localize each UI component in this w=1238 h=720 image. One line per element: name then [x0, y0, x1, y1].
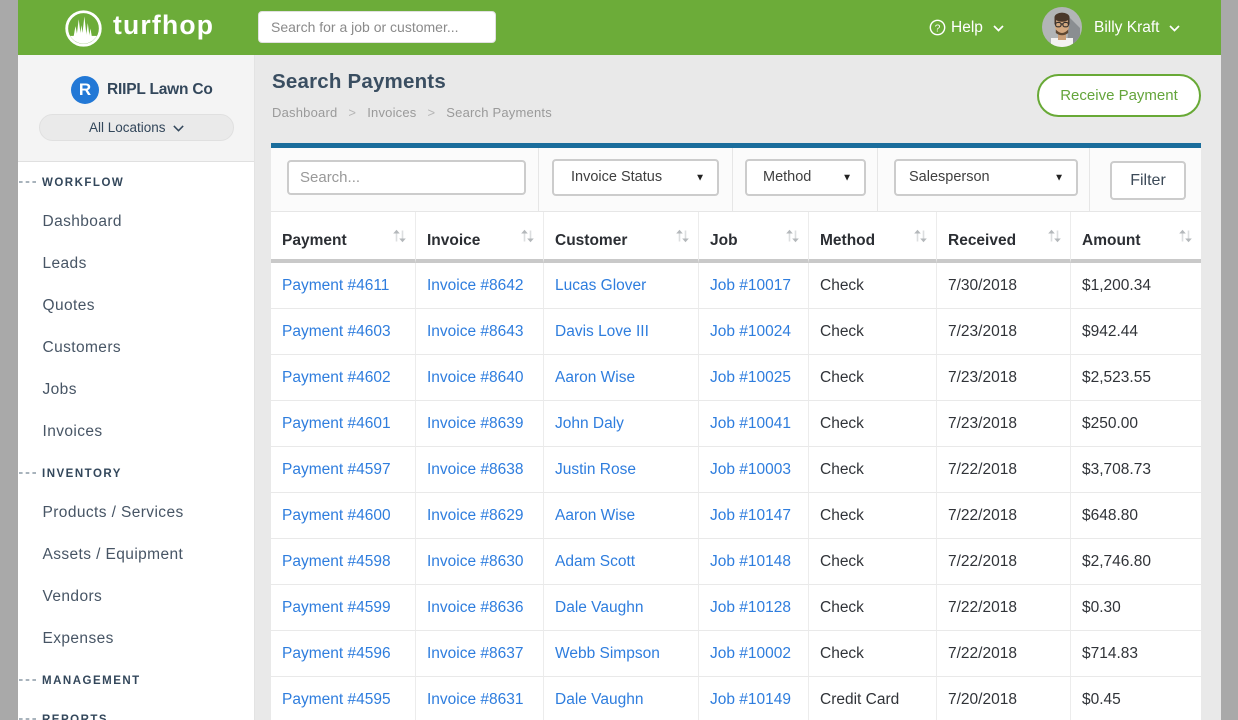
svg-text:?: ? — [935, 23, 941, 34]
